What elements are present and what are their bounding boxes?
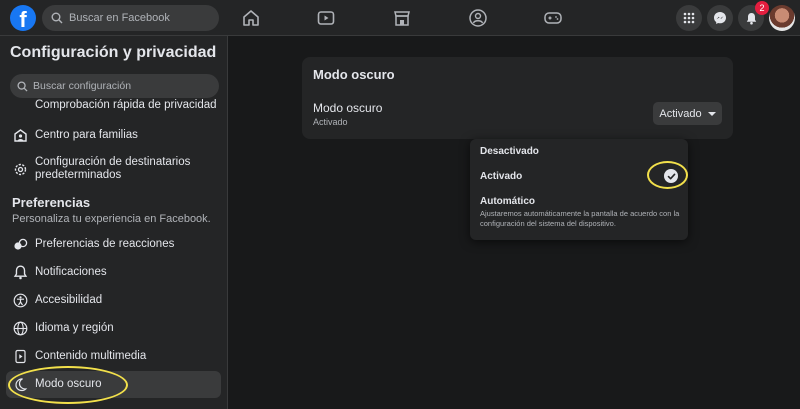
sidebar-item-label: Preferencias de reacciones <box>35 238 175 250</box>
bell-icon <box>12 264 29 281</box>
search-placeholder: Buscar en Facebook <box>69 12 170 24</box>
sidebar-item-media[interactable]: Contenido multimedia <box>6 343 221 370</box>
menu-option-on[interactable]: Activado <box>480 171 522 182</box>
menu-option-auto[interactable]: Automático <box>480 196 535 207</box>
preferences-subtitle: Personaliza tu experiencia en Facebook. <box>12 213 211 225</box>
sidebar-item-reactions[interactable]: Preferencias de reacciones <box>6 231 221 258</box>
search-icon <box>51 12 63 24</box>
sidebar-item-label: Comprobación rápida de privacidad <box>35 99 217 111</box>
setting-current-value: Activado <box>313 117 348 127</box>
sidebar-item-default-audience[interactable]: Configuración de destinatarios predeterm… <box>6 152 221 186</box>
sidebar-item-label: Configuración de destinatarios predeterm… <box>35 156 191 181</box>
settings-sidebar: Configuración y privacidad Buscar config… <box>0 36 228 409</box>
facebook-search-input[interactable]: Buscar en Facebook <box>42 5 219 31</box>
settings-search-input[interactable]: Buscar configuración <box>10 74 219 98</box>
sidebar-item-accessibility[interactable]: Accesibilidad <box>6 287 221 314</box>
home-icon[interactable] <box>241 8 261 28</box>
sidebar-item-label: Notificaciones <box>35 266 107 278</box>
highlight-ellipse-dark-mode <box>8 366 128 404</box>
caret-down-icon <box>707 111 716 116</box>
sidebar-item-label: Centro para familias <box>35 129 138 141</box>
card-title: Modo oscuro <box>313 67 395 82</box>
marketplace-icon[interactable] <box>392 8 412 28</box>
media-icon <box>12 348 29 365</box>
dark-mode-card: Modo oscuro Modo oscuro Activado Activad… <box>302 57 733 139</box>
dark-mode-dropdown[interactable]: Activado <box>653 102 722 125</box>
dropdown-value: Activado <box>659 107 702 120</box>
reactions-icon <box>12 236 29 253</box>
sidebar-item-privacy-checkup[interactable]: Comprobación rápida de privacidad <box>6 98 221 112</box>
avatar[interactable] <box>769 5 795 31</box>
dark-mode-menu: Desactivado Activado Automático Ajustare… <box>470 139 688 240</box>
sidebar-item-label: Contenido multimedia <box>35 350 147 362</box>
facebook-logo-icon[interactable]: f <box>10 5 36 31</box>
auto-option-description: Ajustaremos automáticamente la pantalla … <box>480 209 680 228</box>
family-icon <box>12 127 29 144</box>
preferences-heading: Preferencias <box>12 195 91 210</box>
bell-icon <box>746 12 756 24</box>
messenger-icon <box>714 12 726 24</box>
globe-icon <box>12 320 29 337</box>
search-icon <box>17 80 28 92</box>
watch-icon[interactable] <box>316 8 336 28</box>
messenger-button[interactable] <box>707 5 733 31</box>
accessibility-icon <box>12 292 29 309</box>
sidebar-item-notifications[interactable]: Notificaciones <box>6 259 221 286</box>
menu-grid-icon <box>683 12 695 24</box>
groups-icon[interactable] <box>468 8 488 28</box>
notification-badge: 2 <box>755 1 769 15</box>
gaming-icon[interactable] <box>543 8 563 28</box>
highlight-ellipse-check <box>647 161 688 189</box>
sidebar-item-label: Accesibilidad <box>35 294 103 306</box>
setting-title: Modo oscuro <box>313 101 383 115</box>
top-bar: f Buscar en Facebook 2 <box>0 0 800 36</box>
sidebar-title: Configuración y privacidad <box>10 44 217 61</box>
sidebar-item-family-center[interactable]: Centro para familias <box>6 122 221 149</box>
menu-option-off[interactable]: Desactivado <box>480 146 539 157</box>
sidebar-item-label: Idioma y región <box>35 322 114 334</box>
menu-button[interactable] <box>676 5 702 31</box>
gear-icon <box>12 161 29 178</box>
settings-search-placeholder: Buscar configuración <box>33 80 132 92</box>
sidebar-item-language-region[interactable]: Idioma y región <box>6 315 221 342</box>
